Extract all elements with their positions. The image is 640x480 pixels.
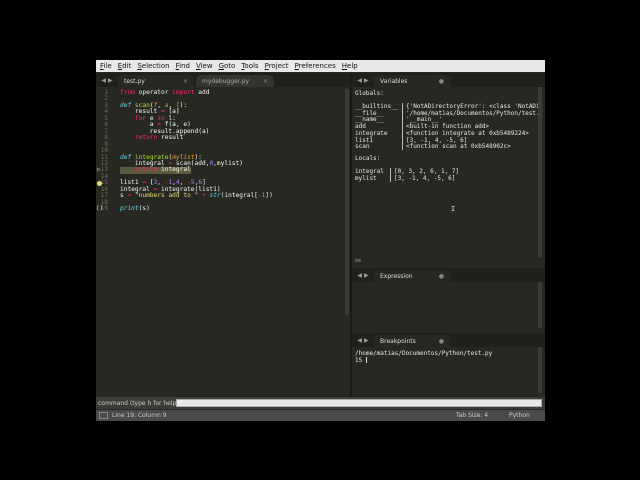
column-separator [390, 168, 391, 182]
menu-selection[interactable]: Selection [134, 62, 172, 70]
menu-bar: File Edit Selection Find View Goto Tools Projec… [96, 60, 545, 72]
menu-goto[interactable]: Goto [216, 62, 239, 70]
editor-scrollbar[interactable] [345, 89, 349, 315]
tab-label: Breakpoints [380, 337, 416, 345]
tab-variables[interactable]: Variables ● [374, 75, 450, 87]
column-separator [402, 103, 403, 150]
variables-pane: Globals: __builtins__ {'NotADirectoryError… [352, 87, 545, 265]
menu-project[interactable]: Project [262, 62, 292, 70]
bracket-marker-icon: () [96, 205, 104, 213]
global-var-name: scan [355, 143, 370, 151]
breakpoints-tab-bar: ◀ ▶ Breakpoints ● [352, 333, 545, 347]
menu-view[interactable]: View [193, 62, 216, 70]
mouse-cursor-icon: I [451, 205, 456, 213]
code-editor[interactable]: 1 from operator import add 2 3 def scan(f, a… [96, 89, 346, 401]
sublime-window: File Edit Selection Find View Goto Tools Projec… [96, 60, 545, 421]
tab-expression[interactable]: Expression ● [374, 270, 450, 282]
code-line: from operator import add [120, 89, 210, 96]
tab-nav-arrows[interactable]: ◀ ▶ [352, 73, 374, 87]
global-var-value: <function scan at 0xb548902c> [406, 143, 511, 151]
breakpoint-line: 15 [355, 357, 363, 364]
menu-file[interactable]: File [96, 62, 115, 70]
tab-nav-arrows[interactable]: ◀ ▶ [96, 73, 118, 87]
tab-label: test.py [124, 77, 145, 85]
local-var-name: mylist [355, 174, 377, 182]
tab-label: Expression [380, 272, 413, 280]
expression-pane[interactable] [352, 282, 545, 332]
tab-mydebugger-py[interactable]: mydebugger.py × [196, 75, 274, 87]
tab-label: mydebugger.py [202, 77, 249, 85]
panel-toggle-icon[interactable] [99, 412, 108, 419]
code-line: s = "numbers add to " + str(integral[-1]… [120, 192, 273, 200]
code-line: print(s) [120, 205, 150, 213]
close-icon[interactable]: × [183, 78, 188, 85]
menu-tools[interactable]: Tools [238, 62, 261, 70]
close-icon[interactable]: × [263, 78, 268, 85]
syntax-mode[interactable]: Python [509, 412, 530, 419]
expression-scrollbar[interactable] [538, 282, 542, 328]
variables-scrollbar[interactable] [538, 87, 542, 257]
expression-tab-bar: ◀ ▶ Expression ● [352, 268, 545, 282]
local-var-value: [3, -1, 4, -5, 6] [394, 174, 456, 182]
hscrollbar[interactable] [355, 259, 361, 262]
text-cursor [366, 357, 367, 363]
close-icon[interactable]: ● [439, 273, 444, 280]
close-icon[interactable]: ● [439, 338, 444, 345]
tab-breakpoints[interactable]: Breakpoints ● [374, 335, 450, 347]
code-line: return result [134, 134, 184, 142]
tab-nav-arrows[interactable]: ◀ ▶ [352, 333, 374, 347]
tab-size[interactable]: Tab Size: 4 [456, 412, 488, 419]
globals-label: Globals: [355, 90, 384, 97]
cursor-position: Line 19, Column 9 [112, 412, 167, 419]
breakpoints-scrollbar[interactable] [538, 347, 542, 393]
close-icon[interactable]: ● [439, 78, 444, 85]
menu-help[interactable]: Help [339, 62, 361, 70]
menu-preferences[interactable]: Preferences [292, 62, 339, 70]
breakpoint-file: /home/matias/Documentos/Python/test.py [355, 350, 493, 357]
variables-tab-bar: ◀ ▶ Variables ● [352, 73, 545, 87]
command-bar: command (type h for help) [96, 397, 545, 409]
command-label: command (type h for help) [98, 399, 179, 407]
command-input[interactable] [176, 399, 542, 407]
editor-tab-bar: ◀ ▶ test.py × mydebugger.py × [96, 73, 350, 87]
tab-nav-arrows[interactable]: ◀ ▶ [352, 268, 374, 282]
menu-find[interactable]: Find [173, 62, 193, 70]
code-line: return integral [120, 166, 191, 174]
tab-test-py[interactable]: test.py × [118, 75, 194, 87]
menu-edit[interactable]: Edit [115, 62, 135, 70]
breakpoints-pane[interactable]: /home/matias/Documentos/Python/test.py 1… [352, 347, 545, 397]
status-bar: Line 19, Column 9 Tab Size: 4 Python [96, 410, 545, 421]
tab-label: Variables [380, 77, 408, 85]
locals-label: Locals: [355, 155, 381, 162]
